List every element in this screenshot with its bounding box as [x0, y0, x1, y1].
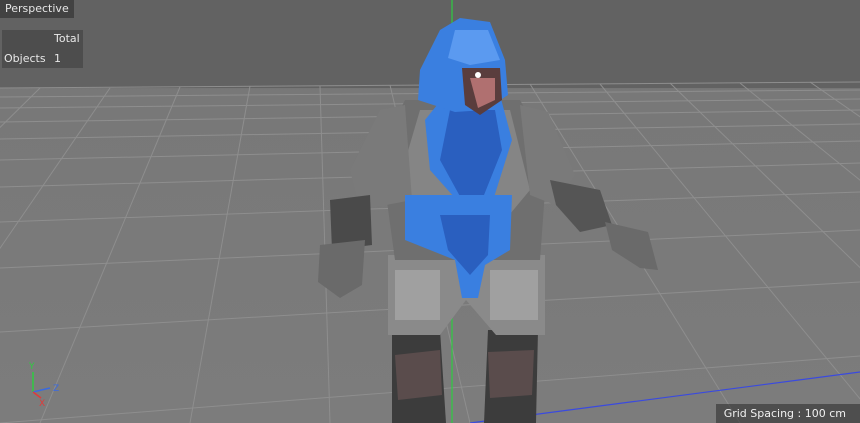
axis-gizmo: Y Z X	[28, 362, 59, 409]
3d-viewport[interactable]: Y Z X Perspective Total Objects 1 Grid S…	[0, 0, 860, 423]
grid-spacing-readout: Grid Spacing : 100 cm	[715, 404, 860, 423]
gizmo-z-axis	[32, 387, 51, 393]
gizmo-x-label: X	[39, 399, 45, 409]
gizmo-y-label: Y	[28, 362, 35, 372]
gizmo-x-axis	[32, 391, 42, 399]
stats-header-total: Total	[54, 32, 80, 45]
stats-row-value: 1	[54, 52, 61, 65]
camera-label[interactable]: Perspective	[0, 0, 74, 18]
stats-row-label: Objects	[4, 52, 46, 65]
gizmo-z-label: Z	[53, 384, 59, 394]
scene-canvas[interactable]: Y Z X	[0, 0, 860, 423]
stats-panel: Total Objects 1	[2, 30, 83, 68]
